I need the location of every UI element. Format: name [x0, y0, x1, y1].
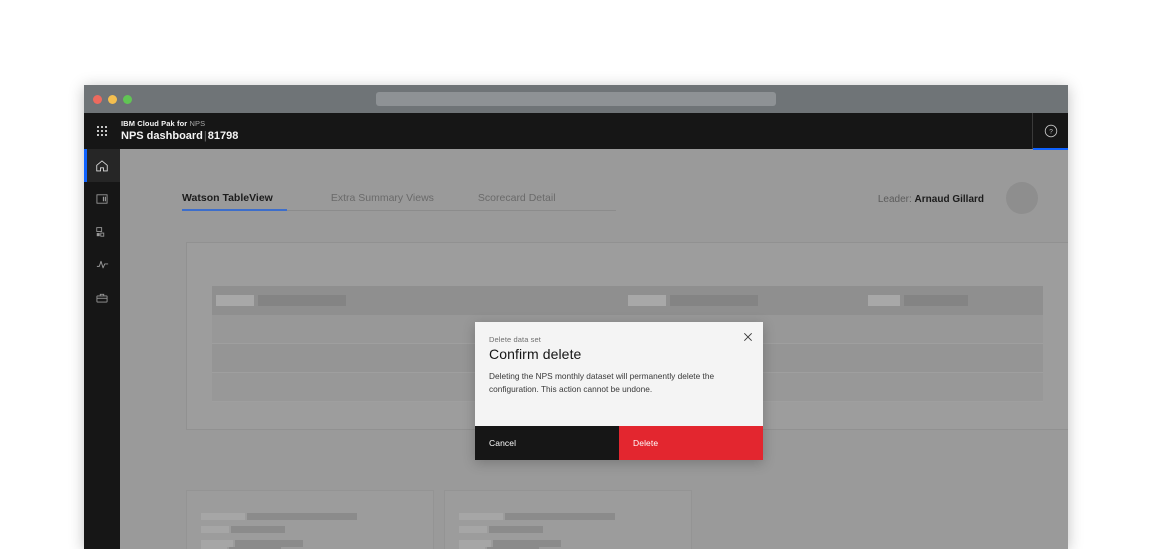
skeleton-line [489, 526, 543, 533]
home-icon [95, 159, 109, 173]
sidebar-item-dashboards[interactable] [84, 182, 120, 215]
brand-line: IBM Cloud Pak for NPS [121, 120, 238, 128]
grid-icon [97, 126, 107, 136]
delete-button[interactable]: Delete [619, 426, 763, 460]
dashboard-icon [95, 192, 109, 206]
close-window-button[interactable] [93, 95, 102, 104]
app-header: IBM Cloud Pak for NPS NPS dashboard|8179… [84, 113, 1068, 149]
skeleton-line [231, 526, 285, 533]
avatar[interactable] [1006, 182, 1038, 214]
minimize-window-button[interactable] [108, 95, 117, 104]
app-body: Watson TableView Extra Summary Views Sco… [84, 149, 1068, 549]
tab-bar: Watson TableView Extra Summary Views Sco… [182, 189, 616, 211]
summary-card[interactable] [444, 490, 692, 549]
confirm-delete-modal: Delete data set Confirm delete Deleting … [475, 322, 763, 460]
briefcase-icon [95, 291, 109, 305]
brand-block: IBM Cloud Pak for NPS NPS dashboard|8179… [120, 120, 238, 141]
modal-body-text: Deleting the NPS monthly dataset will pe… [475, 362, 763, 426]
title-separator: | [204, 130, 207, 142]
main-content: Watson TableView Extra Summary Views Sco… [120, 149, 1068, 549]
skeleton-chip [216, 295, 254, 306]
header-right-actions: ? [1032, 113, 1068, 149]
skeleton-line [201, 526, 229, 533]
leader-block: Leader: Arnaud Gillard [878, 194, 984, 205]
skeleton-chip [628, 295, 666, 306]
skeleton-line [235, 540, 303, 547]
skeleton-line [201, 540, 233, 547]
modal-header: Delete data set Confirm delete [475, 322, 763, 362]
skeleton-line [459, 526, 487, 533]
sidebar [84, 149, 120, 549]
summary-card[interactable] [186, 490, 434, 549]
activity-icon [95, 257, 110, 272]
skeleton-chip [904, 295, 968, 306]
skeleton-line [493, 540, 561, 547]
help-button[interactable]: ? [1032, 113, 1068, 149]
modal-title: Confirm delete [489, 346, 749, 362]
sidebar-item-home[interactable] [84, 149, 120, 182]
page-title-text: NPS dashboard [121, 130, 203, 142]
tab-extra-summary-views[interactable]: Extra Summary Views [331, 192, 434, 211]
maximize-window-button[interactable] [123, 95, 132, 104]
skeleton-line [505, 513, 615, 520]
application-root: IBM Cloud Pak for NPS NPS dashboard|8179… [84, 113, 1068, 549]
leader-name: Arnaud Gillard [915, 194, 984, 205]
modal-footer: Cancel Delete [475, 426, 763, 460]
app-switcher-button[interactable] [84, 113, 120, 149]
skeleton-chip [868, 295, 900, 306]
browser-window: IBM Cloud Pak for NPS NPS dashboard|8179… [84, 85, 1068, 549]
skeleton-line [201, 513, 245, 520]
skeleton-chip [670, 295, 758, 306]
window-controls[interactable] [84, 95, 132, 104]
data-sets-icon [95, 225, 109, 239]
address-bar[interactable] [376, 92, 776, 106]
close-button[interactable] [737, 326, 759, 348]
brand-suffix: NPS [189, 119, 205, 128]
tab-watson-tableview[interactable]: Watson TableView [182, 192, 287, 211]
help-circle-icon: ? [1044, 124, 1058, 138]
page-id: 81798 [208, 130, 239, 142]
leader-label: Leader: [878, 194, 912, 205]
brand-prefix: IBM Cloud Pak for [121, 119, 187, 128]
skeleton-line [459, 540, 491, 547]
tab-scorecard-detail[interactable]: Scorecard Detail [478, 192, 556, 211]
modal-label: Delete data set [489, 335, 749, 344]
sidebar-item-activity[interactable] [84, 248, 120, 281]
svg-text:?: ? [1049, 129, 1053, 136]
close-icon [743, 332, 753, 342]
skeleton-line [459, 513, 503, 520]
page-title: NPS dashboard|81798 [121, 130, 238, 142]
browser-titlebar [84, 85, 1068, 113]
sidebar-item-projects[interactable] [84, 281, 120, 314]
skeleton-chip [258, 295, 346, 306]
table-header-row [212, 286, 1043, 315]
skeleton-line [247, 513, 357, 520]
cancel-button[interactable]: Cancel [475, 426, 619, 460]
sidebar-item-data-sets[interactable] [84, 215, 120, 248]
